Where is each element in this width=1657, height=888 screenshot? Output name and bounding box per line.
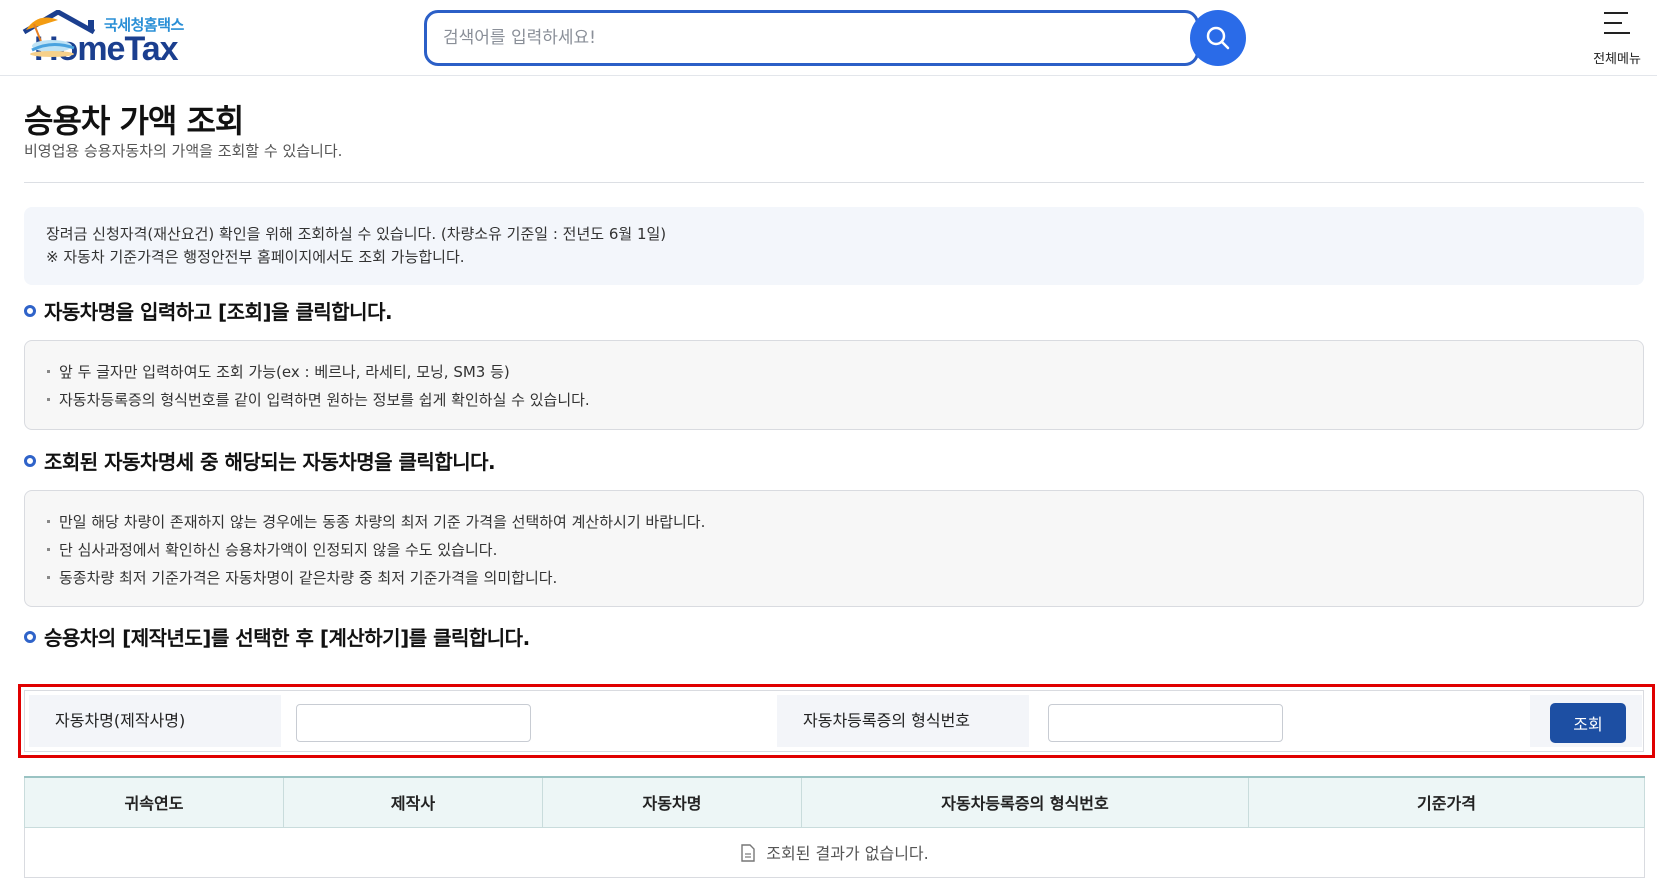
query-button[interactable]: 조회 — [1550, 703, 1626, 743]
col-header-year: 귀속연도 — [24, 776, 284, 828]
search-input[interactable] — [443, 25, 1143, 51]
hometax-logo[interactable]: 국세청홈택스 HomeTax — [22, 10, 262, 70]
bullet-circle-icon — [24, 305, 36, 317]
beach-umbrella-icon — [26, 17, 75, 57]
top-header: 국세청홈택스 HomeTax 전체메뉴 — [0, 0, 1657, 76]
section-heading-1: 자동차명을 입력하고 [조회]을 클릭합니다. — [24, 296, 393, 325]
search-icon — [1206, 26, 1230, 50]
car-name-label: 자동차명(제작사명) — [29, 695, 281, 747]
list-item: 만일 해당 차량이 존재하지 않는 경우에는 동종 차량의 최저 기준 가격을 … — [47, 508, 1621, 536]
table-row: 조회된 결과가 없습니다. — [24, 826, 1645, 878]
all-menu-button[interactable]: 전체메뉴 — [1587, 10, 1647, 68]
notice-line: 장려금 신청자격(재산요건) 확인을 위해 조회하실 수 있습니다. (차량소유… — [46, 225, 667, 243]
document-icon — [741, 844, 755, 862]
section-heading-3: 승용차의 [제작년도]를 선택한 후 [계산하기]를 클릭합니다. — [24, 622, 530, 651]
hamburger-icon — [1604, 12, 1628, 14]
list-item: 앞 두 글자만 입력하여도 조회 가능(ex : 베르나, 라세티, 모닝, S… — [47, 358, 1621, 386]
col-header-type-number: 자동차등록증의 형식번호 — [801, 776, 1249, 828]
empty-result-message: 조회된 결과가 없습니다. — [766, 844, 929, 863]
result-table: 귀속연도 제작사 자동차명 자동차등록증의 형식번호 기준가격 조회된 결과가 … — [24, 776, 1645, 878]
list-item: 자동차등록증의 형식번호를 같이 입력하면 원하는 정보를 쉽게 확인하실 수 … — [47, 386, 1621, 414]
empty-result-cell: 조회된 결과가 없습니다. — [24, 826, 1645, 878]
search-form: 자동차명(제작사명) 자동차등록증의 형식번호 조회 — [24, 690, 1644, 752]
page-description: 비영업용 승용자동차의 가액을 조회할 수 있습니다. — [24, 142, 343, 160]
bullet-circle-icon — [24, 631, 36, 643]
bullet-circle-icon — [24, 455, 36, 467]
all-menu-label: 전체메뉴 — [1593, 51, 1641, 66]
guide-box-2: 만일 해당 차량이 존재하지 않는 경우에는 동종 차량의 최저 기준 가격을 … — [24, 490, 1644, 607]
car-name-input[interactable] — [296, 704, 531, 742]
section-heading-2: 조회된 자동차명세 중 해당되는 자동차명을 클릭합니다. — [24, 446, 496, 475]
col-header-car-name: 자동차명 — [542, 776, 802, 828]
col-header-maker: 제작사 — [283, 776, 543, 828]
guide-box-1: 앞 두 글자만 입력하여도 조회 가능(ex : 베르나, 라세티, 모닝, S… — [24, 340, 1644, 430]
col-header-base-price: 기준가격 — [1248, 776, 1645, 828]
list-item: 단 심사과정에서 확인하신 승용차가액이 인정되지 않을 수도 있습니다. — [47, 536, 1621, 564]
type-number-input[interactable] — [1048, 704, 1283, 742]
notice-box: 장려금 신청자격(재산요건) 확인을 위해 조회하실 수 있습니다. (차량소유… — [24, 207, 1644, 285]
type-number-label: 자동차등록증의 형식번호 — [777, 695, 1029, 747]
search-bar — [424, 10, 1199, 66]
divider — [24, 182, 1644, 183]
page-title: 승용차 가액 조회 — [24, 102, 244, 140]
notice-line: ※ 자동차 기준가격은 행정안전부 홈페이지에서도 조회 가능합니다. — [46, 248, 465, 266]
list-item: 동종차량 최저 기준가격은 자동차명이 같은차량 중 최저 기준가격을 의미합니… — [47, 564, 1621, 592]
search-button[interactable] — [1190, 10, 1246, 66]
table-header-row: 귀속연도 제작사 자동차명 자동차등록증의 형식번호 기준가격 — [24, 776, 1645, 828]
